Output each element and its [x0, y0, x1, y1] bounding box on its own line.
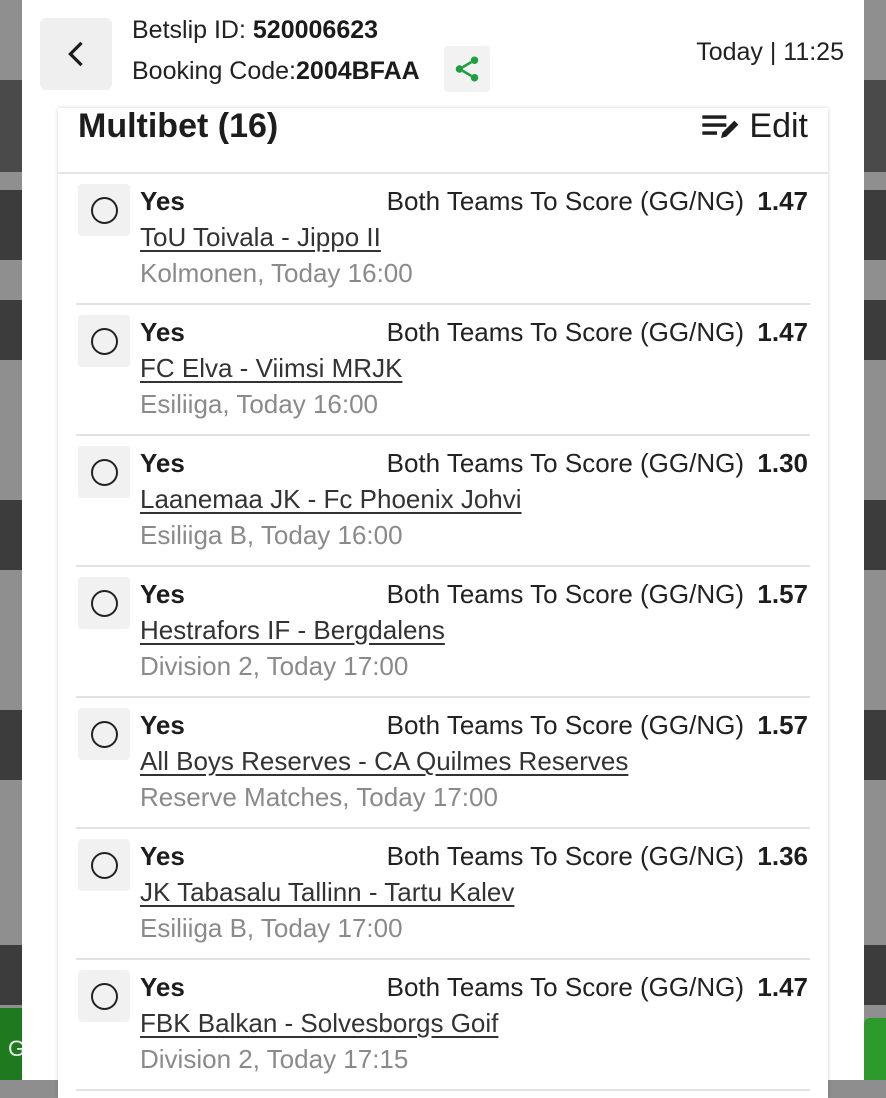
radio-circle-icon [90, 720, 118, 748]
bet-league-time: Division 2, Today 17:15 [140, 1044, 409, 1074]
share-button[interactable] [444, 46, 490, 92]
radio-circle-icon [90, 851, 118, 879]
background-tile [0, 500, 22, 570]
bet-select-radio[interactable] [78, 577, 130, 629]
bet-select-radio[interactable] [78, 184, 130, 236]
bet-row: Yes Both Teams To Score (GG/NG) 1.30 Laa… [76, 436, 810, 567]
current-date-time: Today | 11:25 [696, 38, 844, 66]
bet-list: Yes Both Teams To Score (GG/NG) 1.47 ToU… [76, 174, 810, 1091]
edit-label: Edit [749, 106, 808, 145]
bet-pick: Yes [140, 972, 185, 1002]
bet-odds: 1.57 [757, 579, 808, 609]
bet-row: Yes Both Teams To Score (GG/NG) 1.47 ToU… [76, 174, 810, 305]
bet-pick: Yes [140, 448, 185, 478]
background-tile [0, 300, 22, 360]
bet-league-time: Esiliiga B, Today 17:00 [140, 913, 403, 943]
booking-code-line: Booking Code:2004BFAA [132, 57, 420, 86]
bet-market: Both Teams To Score (GG/NG) [386, 317, 744, 347]
bet-league-time: Esiliiga, Today 16:00 [140, 389, 379, 419]
bet-league-time: Esiliiga B, Today 16:00 [140, 520, 403, 550]
booking-code-value: 2004BFAA [296, 57, 420, 85]
back-button[interactable] [40, 18, 112, 90]
background-tile [864, 945, 886, 1005]
share-icon [455, 56, 479, 82]
bet-select-radio[interactable] [78, 708, 130, 760]
edit-button[interactable]: Edit [701, 106, 808, 145]
bet-match-link[interactable]: All Boys Reserves - CA Quilmes Reserves [140, 746, 628, 777]
background-tile [0, 190, 22, 260]
bet-row: Yes Both Teams To Score (GG/NG) 1.47 FC … [76, 305, 810, 436]
bet-market: Both Teams To Score (GG/NG) [386, 710, 744, 740]
bet-market: Both Teams To Score (GG/NG) [386, 579, 744, 609]
bet-match-link[interactable]: Hestrafors IF - Bergdalens [140, 615, 445, 646]
bet-match-link[interactable]: ToU Toivala - Jippo II [140, 222, 381, 253]
bet-pick: Yes [140, 186, 185, 216]
background-tile [864, 300, 886, 360]
background-tile [864, 710, 886, 780]
bet-market: Both Teams To Score (GG/NG) [386, 841, 744, 871]
booking-code-label: Booking Code: [132, 57, 297, 85]
bet-odds: 1.47 [757, 972, 808, 1002]
bet-league-time: Reserve Matches, Today 17:00 [140, 782, 498, 812]
background-tile [864, 190, 886, 260]
bet-market: Both Teams To Score (GG/NG) [386, 972, 744, 1002]
radio-circle-icon [90, 196, 118, 224]
background-green-button [864, 1018, 886, 1080]
betslip-sheet: Betslip ID: 520006623 Booking Code:2004B… [22, 0, 864, 1098]
edit-list-icon [702, 115, 739, 138]
background-green-button: G [0, 1008, 25, 1080]
chevron-left-icon [68, 41, 83, 67]
bet-select-radio[interactable] [78, 315, 130, 367]
background-tile [864, 500, 886, 570]
bet-pick: Yes [140, 841, 185, 871]
bet-row: Yes Both Teams To Score (GG/NG) 1.57 Hes… [76, 567, 810, 698]
bet-pick: Yes [140, 579, 185, 609]
bet-league-time: Kolmonen, Today 16:00 [140, 258, 413, 288]
radio-circle-icon [90, 327, 118, 355]
bet-match-link[interactable]: FC Elva - Viimsi MRJK [140, 353, 402, 384]
bet-market: Both Teams To Score (GG/NG) [386, 186, 744, 216]
bet-pick: Yes [140, 710, 185, 740]
bet-row: Yes Both Teams To Score (GG/NG) 1.47 FBK… [76, 960, 810, 1091]
bet-league-time: Division 2, Today 17:00 [140, 651, 409, 681]
multibet-title: Multibet (16) [78, 107, 279, 145]
background-tile [0, 710, 22, 780]
bet-odds: 1.57 [757, 710, 808, 740]
betslip-id-value: 520006623 [252, 16, 379, 44]
bet-match-link[interactable]: FBK Balkan - Solvesborgs Goif [140, 1008, 498, 1039]
bet-match-link[interactable]: JK Tabasalu Tallinn - Tartu Kalev [140, 877, 514, 908]
multibet-card: Multibet (16) Edit Yes Both Teams To Sco… [58, 106, 828, 1098]
radio-circle-icon [90, 458, 118, 486]
background-tile [0, 945, 22, 1005]
bet-row: Yes Both Teams To Score (GG/NG) 1.57 All… [76, 698, 810, 829]
bet-odds: 1.47 [757, 186, 808, 216]
betslip-header: Betslip ID: 520006623 Booking Code:2004B… [22, 0, 864, 108]
bet-select-radio[interactable] [78, 839, 130, 891]
radio-circle-icon [90, 589, 118, 617]
bet-pick: Yes [140, 317, 185, 347]
bet-market: Both Teams To Score (GG/NG) [386, 448, 744, 478]
bet-match-link[interactable]: Laanemaa JK - Fc Phoenix Johvi [140, 484, 522, 515]
bet-odds: 1.47 [757, 317, 808, 347]
bet-select-radio[interactable] [78, 970, 130, 1022]
betslip-id-line: Betslip ID: 520006623 [132, 16, 378, 45]
bet-odds: 1.36 [757, 841, 808, 871]
bet-select-radio[interactable] [78, 446, 130, 498]
betslip-id-label: Betslip ID: [132, 16, 246, 44]
bet-odds: 1.30 [757, 448, 808, 478]
radio-circle-icon [90, 982, 118, 1010]
bet-row: Yes Both Teams To Score (GG/NG) 1.36 JK … [76, 829, 810, 960]
